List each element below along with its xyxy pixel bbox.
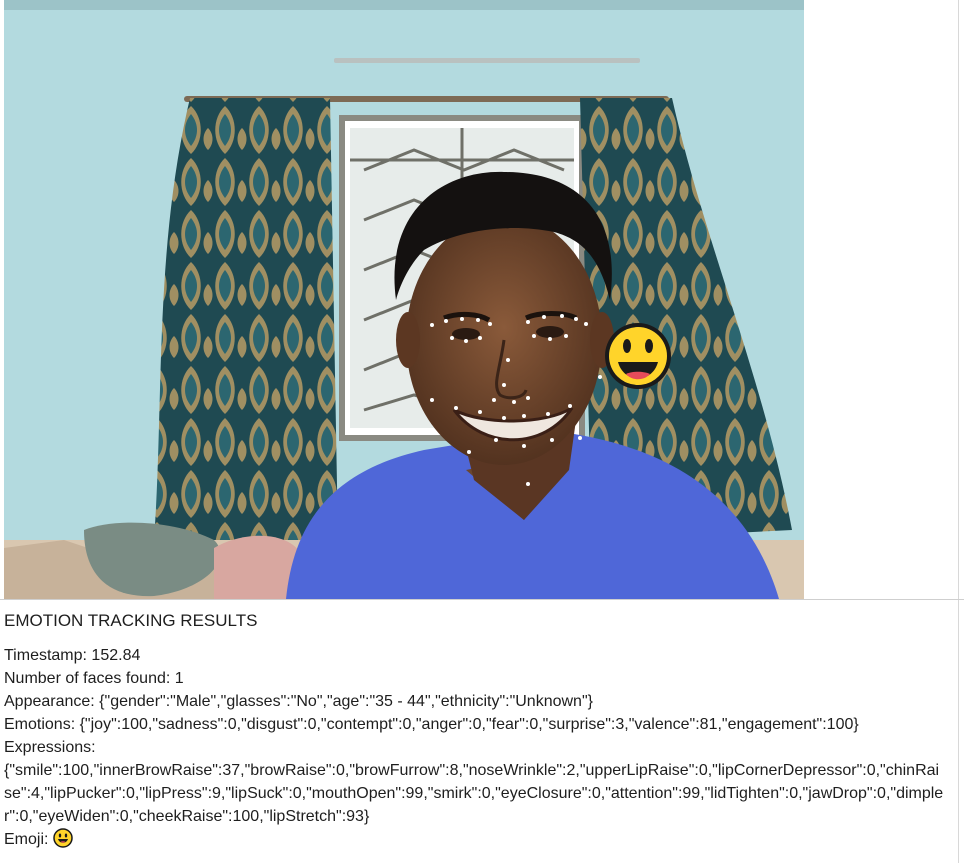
grinning-face-emoji-icon bbox=[53, 828, 73, 848]
timestamp-text: Timestamp: 152.84 bbox=[4, 647, 141, 664]
emotions-text: Emotions: {"joy":100,"sadness":0,"disgus… bbox=[4, 716, 859, 733]
emoji-label: Emoji: bbox=[4, 831, 49, 848]
appearance-text: Appearance: {"gender":"Male","glasses":"… bbox=[4, 693, 593, 710]
expressions-label: Expressions: bbox=[4, 739, 96, 756]
faces-count-text: Number of faces found: 1 bbox=[4, 670, 184, 687]
emoji-overlay-icon bbox=[605, 323, 671, 389]
emoji-row: Emoji: bbox=[4, 828, 954, 851]
results-panel: EMOTION TRACKING RESULTS Timestamp: 152.… bbox=[4, 610, 954, 851]
section-divider bbox=[0, 599, 964, 600]
page-edge-rule bbox=[958, 0, 959, 863]
results-heading: EMOTION TRACKING RESULTS bbox=[4, 611, 258, 630]
expressions-text: {"smile":100,"innerBrowRaise":37,"browRa… bbox=[4, 762, 944, 825]
webcam-feed bbox=[4, 0, 804, 599]
